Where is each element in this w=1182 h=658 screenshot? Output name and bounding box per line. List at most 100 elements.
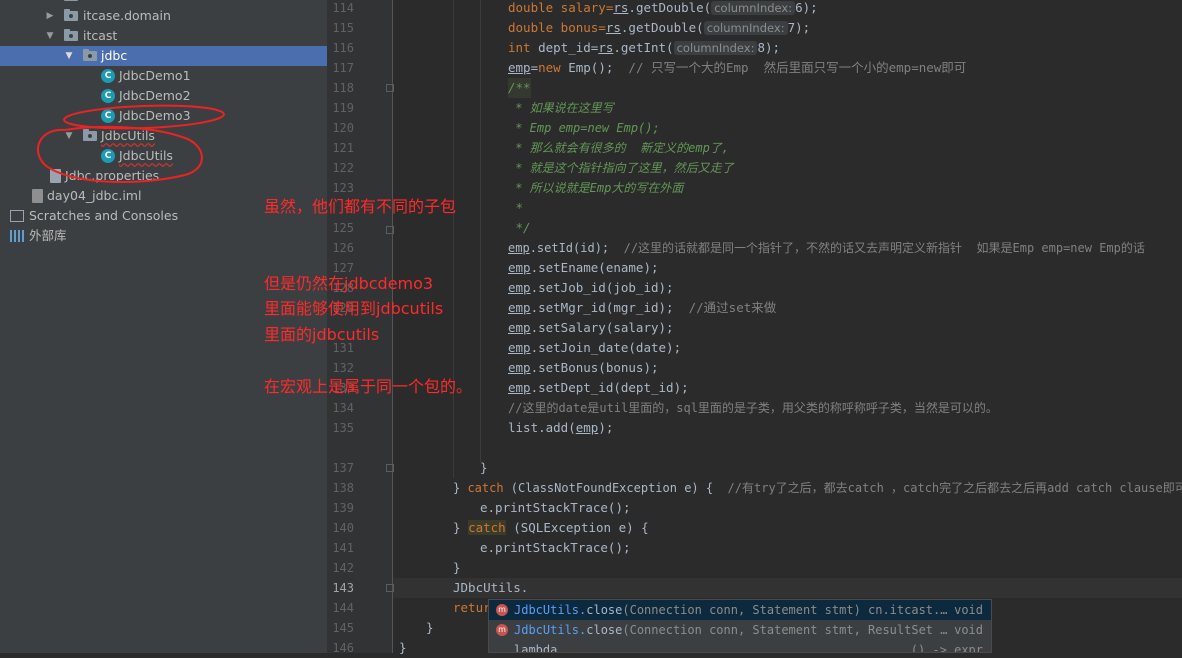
collapse-arrow-icon[interactable]: ▼ — [64, 126, 74, 146]
code-line-137[interactable]: } — [480, 458, 488, 478]
code-token: 8); — [757, 40, 781, 55]
code-line-125[interactable]: */ — [508, 218, 531, 238]
completion-item[interactable]: m JdbcUtils.close(Connection conn, State… — [489, 620, 991, 640]
code-line-142[interactable]: } — [453, 558, 461, 578]
code-token: 7); — [787, 20, 811, 35]
collapse-arrow-icon[interactable]: ▼ — [45, 26, 55, 46]
code-token: emp — [575, 420, 599, 435]
tree-item-jdbc[interactable]: ▼ jdbc — [0, 46, 327, 66]
tree-item-label: jdbc — [101, 48, 128, 63]
code-line-138[interactable]: } catch (ClassNotFoundException e) { //有… — [453, 478, 1182, 498]
code-line-146[interactable]: } — [399, 638, 407, 658]
line-number: 140 — [332, 521, 354, 535]
annotation-text: 虽然，他们都有不同的子包 — [264, 197, 457, 216]
completion-method: close — [586, 623, 623, 637]
parameter-hint: columnIndex: — [673, 41, 758, 55]
fold-marker-icon[interactable] — [386, 464, 394, 472]
tree-item-jdbcdemo1[interactable]: C JdbcDemo1 — [0, 66, 327, 86]
completion-return-type: void — [954, 623, 983, 637]
code-token: emp — [508, 300, 531, 315]
code-line-145[interactable]: } — [426, 618, 434, 638]
indent-guide — [453, 0, 454, 478]
code-token: emp — [508, 320, 531, 335]
line-number: 118 — [332, 81, 354, 95]
completion-method: lambda — [514, 643, 558, 653]
code-token: .setEname(ename); — [530, 260, 659, 275]
code-line-130[interactable]: emp.setSalary(salary); — [508, 318, 674, 338]
tree-item-itcase-domain[interactable]: ▶ itcase.domain — [0, 6, 327, 26]
code-token: } — [453, 520, 469, 535]
completion-item[interactable]: m JdbcUtils.close(Connection conn, State… — [489, 600, 991, 620]
tree-item-label: JdbcDemo1 — [119, 68, 191, 83]
code-line-144[interactable]: retur — [453, 598, 491, 618]
code-line-132[interactable]: emp.setBonus(bonus); — [508, 358, 659, 378]
code-line-134[interactable]: //这里的date是util里面的，sql里面的是子类，用父类的称呼称呼子类，当… — [508, 398, 998, 418]
tree-item-external-libraries[interactable]: 外部库 — [0, 226, 327, 246]
code-line-128[interactable]: emp.setJob_id(job_id); — [508, 278, 674, 298]
fold-marker-icon[interactable] — [386, 226, 394, 234]
line-number: 145 — [332, 621, 354, 635]
code-line-126[interactable]: emp.setId(id); //这里的话就都是同一个指针了，不然的话又去声明定… — [508, 238, 1145, 258]
code-token: emp — [508, 280, 531, 295]
tree-item-itcast[interactable]: ▼ itcast — [0, 26, 327, 46]
code-token: ); — [598, 420, 614, 435]
annotation-text: 里面能够使用到jdbcutils — [264, 299, 444, 318]
code-line-120[interactable]: * Emp emp=new Emp(); — [508, 118, 660, 138]
code-line-143[interactable]: JDbcUtils. — [453, 578, 528, 598]
code-line-117[interactable]: emp=new Emp(); // 只写一个大的Emp 然后里面只写一个小的em… — [508, 58, 966, 78]
tree-item-jdbcdemo2[interactable]: C JdbcDemo2 — [0, 86, 327, 106]
tree-item-jdbcdemo3[interactable]: C JdbcDemo3 — [0, 106, 327, 126]
line-number: 119 — [332, 101, 354, 115]
code-token: .setBonus(bonus); — [530, 360, 659, 375]
java-class-icon: C — [101, 89, 115, 103]
code-token: double bonus= — [508, 20, 606, 35]
code-line-139[interactable]: e.printStackTrace(); — [480, 498, 631, 518]
fold-marker-icon[interactable] — [386, 84, 394, 92]
fold-marker-icon[interactable] — [386, 584, 394, 592]
code-line-129[interactable]: emp.setMgr_id(mgr_id); //通过set来做 — [508, 298, 776, 318]
code-token: .setJob_id(job_id); — [530, 280, 674, 295]
code-line-119[interactable]: * 如果说在这里写 — [508, 98, 613, 118]
code-line-121[interactable]: * 那么就会有很多的 新定义的emp了, — [508, 138, 729, 158]
expand-arrow-icon[interactable]: ▶ — [45, 6, 55, 26]
code-line-124[interactable]: * — [508, 198, 524, 218]
tree-item-jdbcutils-class[interactable]: C JdbcUtils — [0, 146, 327, 166]
properties-file-icon — [50, 169, 61, 183]
tree-item-jdbcutils-package[interactable]: ▼ JdbcUtils — [0, 126, 327, 146]
tree-item-jdbc-properties[interactable]: Jdbc.properties — [0, 166, 327, 186]
indent-guide — [480, 0, 481, 462]
code-line-114[interactable]: double salary=rs.getDouble(columnIndex: 6… — [508, 0, 818, 18]
code-line-115[interactable]: double bonus=rs.getDouble(columnIndex: 7)… — [508, 18, 810, 38]
tree-item-label: JdbcUtils — [119, 148, 173, 163]
code-line-131[interactable]: emp.setJoin_date(date); — [508, 338, 681, 358]
package-folder-icon — [83, 129, 97, 141]
collapse-arrow-icon[interactable]: ▼ — [64, 46, 74, 66]
code-line-118[interactable]: /** — [508, 78, 531, 98]
code-token: .getInt( — [613, 40, 674, 55]
code-comment: //通过set来做 — [688, 300, 777, 315]
code-token: rs — [613, 0, 629, 15]
code-line-140[interactable]: } catch (SQLException e) { — [453, 518, 649, 538]
code-token: emp — [508, 260, 531, 275]
code-line-122[interactable]: * 就是这个指针指向了这里，然后又走了 — [508, 158, 733, 178]
code-line-127[interactable]: emp.setEname(ename); — [508, 258, 659, 278]
code-line-116[interactable]: int dept_id=rs.getInt(columnIndex: 8); — [508, 38, 780, 58]
code-line-141[interactable]: e.printStackTrace(); — [480, 538, 631, 558]
code-token: .setJoin_date(date); — [530, 340, 682, 355]
code-comment: // 只写一个大的Emp 然后里面只写一个小的emp=new即可 — [628, 60, 967, 75]
line-number: 141 — [332, 541, 354, 555]
completion-return-type: () -> expr — [910, 643, 983, 653]
tree-item-label: 外部库 — [29, 228, 67, 243]
completion-item[interactable]: lambda () -> expr — [489, 640, 991, 653]
code-line-123[interactable]: * 所以说就是Emp大的写在外面 — [508, 178, 683, 198]
folder-icon — [64, 0, 78, 1]
code-completion-popup: m JdbcUtils.close(Connection conn, State… — [488, 599, 992, 653]
code-token: emp — [508, 360, 531, 375]
code-token: catch — [468, 520, 506, 535]
code-line-135[interactable]: list.add(emp); — [508, 418, 613, 438]
code-token: dept_id= — [530, 40, 599, 55]
code-token: .getDouble( — [620, 20, 704, 35]
java-class-icon: C — [101, 69, 115, 83]
line-number: 125 — [332, 221, 354, 235]
code-line-133[interactable]: emp.setDept_id(dept_id); — [508, 378, 689, 398]
